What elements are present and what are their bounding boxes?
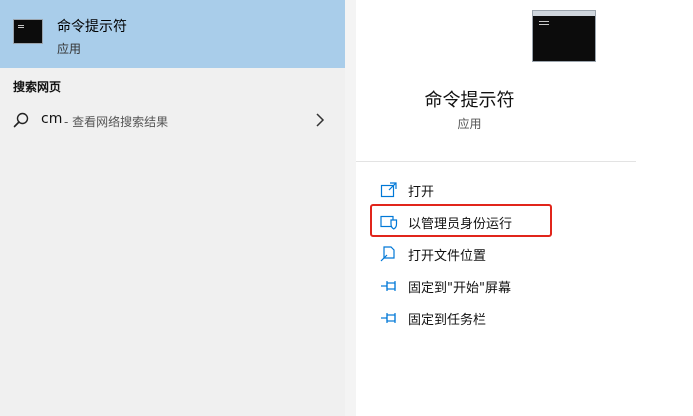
- open-icon: [380, 182, 397, 198]
- details-panel: 命令提示符 应用 打开 以管理员身份运行 打开文件位置 固定到"开始"屏幕 固定…: [356, 0, 693, 416]
- terminal-icon: [13, 19, 43, 44]
- details-app-name: 命令提示符: [424, 90, 515, 111]
- action-pin-to-taskbar-label: 固定到任务栏: [408, 313, 487, 328]
- panel-divider: [345, 0, 356, 416]
- details-app-type: 应用: [457, 117, 482, 131]
- best-match-result[interactable]: 命令提示符 应用: [0, 0, 345, 68]
- details-divider: [356, 161, 636, 162]
- web-search-section-label: 搜索网页: [13, 80, 62, 94]
- web-search-query: cm: [41, 111, 63, 127]
- terminal-icon: [532, 10, 596, 62]
- action-open-file-location-label: 打开文件位置: [408, 249, 487, 264]
- action-pin-to-taskbar[interactable]: 固定到任务栏: [372, 305, 632, 331]
- results-panel: 命令提示符 应用 搜索网页 cm - 查看网络搜索结果: [0, 0, 345, 416]
- action-pin-to-start-label: 固定到"开始"屏幕: [408, 281, 511, 296]
- action-open[interactable]: 打开: [372, 177, 632, 203]
- pin-icon: [381, 313, 396, 323]
- action-open-file-location[interactable]: 打开文件位置: [372, 241, 632, 267]
- action-pin-to-start[interactable]: 固定到"开始"屏幕: [372, 273, 632, 299]
- search-icon: [13, 112, 29, 128]
- best-match-subtitle: 应用: [57, 42, 82, 56]
- action-run-as-admin[interactable]: 以管理员身份运行: [372, 209, 632, 235]
- search-window: 命令提示符 应用 搜索网页 cm - 查看网络搜索结果 命令提示符 应用 打开 …: [0, 0, 693, 416]
- file-location-icon: [380, 246, 395, 262]
- action-open-label: 打开: [408, 185, 435, 200]
- action-run-as-admin-label: 以管理员身份运行: [408, 217, 513, 232]
- pin-icon: [381, 281, 396, 291]
- web-search-suffix: - 查看网络搜索结果: [64, 115, 169, 129]
- best-match-title: 命令提示符: [57, 19, 127, 35]
- shield-icon: [380, 215, 398, 230]
